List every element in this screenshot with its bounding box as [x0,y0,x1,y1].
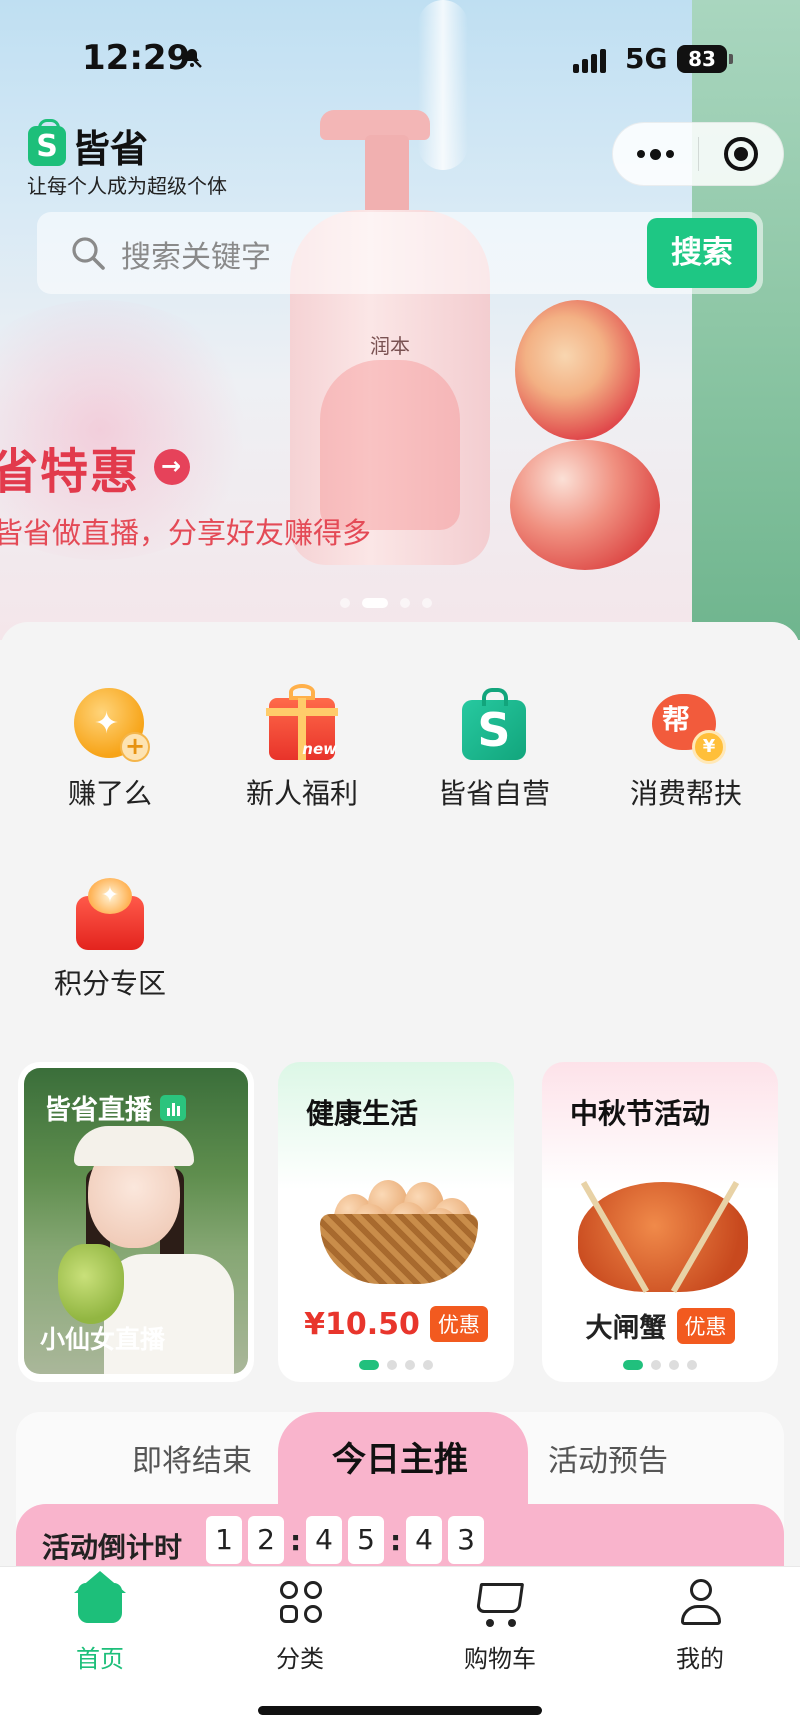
grid-item-newcomer[interactable]: new 新人福利 [207,684,397,812]
product-name: 大闸蟹 [585,1313,667,1344]
tabbar-label: 购物车 [464,1645,536,1673]
search-input[interactable]: 搜索关键字 [121,232,271,276]
carousel-dot [400,598,410,608]
hero-title-text: 省特惠 [0,444,141,500]
grid-item-label: 赚了么 [67,777,152,810]
more-icon[interactable] [613,148,698,160]
countdown-separator: : [390,1523,402,1557]
user-icon [674,1577,726,1629]
countdown-digit: 4 [406,1516,442,1564]
points-wallet-icon: ✦ [74,878,146,950]
earn-coin-icon: ✦ + [74,688,150,762]
bell-slash-icon [182,48,202,68]
grid-item-label: 新人福利 [245,777,358,810]
hero-subtitle: 皆省做直播，分享好友赚得多 [0,516,372,550]
card-carousel-dots [278,1360,514,1370]
tabbar-label: 我的 [676,1645,724,1673]
brand-slogan: 让每个人成为超级个体 [27,174,227,198]
tab-ending-soon[interactable]: 即将结束 [132,1436,252,1480]
countdown-digit: 2 [248,1516,284,1564]
arrow-right-icon[interactable]: → [154,449,191,485]
status-bar: 12:29 5G 83 [0,0,800,110]
battery-icon: 83 [677,45,733,73]
search-button[interactable]: 搜索 [647,218,757,288]
tabbar-label: 分类 [276,1645,324,1673]
product-price: ¥10.50 [304,1306,420,1342]
tabbar-item-cart[interactable]: 购物车 [440,1577,560,1674]
live-host-name: 小仙女直播 [40,1325,166,1354]
home-icon [74,1571,126,1629]
tabbar-label: 首页 [76,1645,124,1673]
hero-title[interactable]: 省特惠 → [0,432,191,502]
grid-item-label: 积分专区 [53,967,166,1000]
price-row: 大闸蟹 优惠 [542,1306,778,1345]
carousel-dot [340,598,350,608]
card-title: 中秋节活动 [570,1097,711,1130]
egg-basket-image [320,1174,478,1284]
gift-box-icon: new [266,684,338,760]
countdown-digit: 5 [348,1516,384,1564]
grid-item-label: 消费帮扶 [629,777,742,810]
tab-today-featured[interactable]: 今日主推 [332,1432,468,1481]
live-stream-thumbnail: 皆省直播 小仙女直播 [24,1068,248,1374]
card-title: 健康生活 [306,1097,419,1130]
peach-slice-image [515,300,640,440]
hero-carousel-dots [340,598,432,608]
discount-tag: 优惠 [676,1307,735,1344]
search-icon [72,237,105,270]
signal-bars-icon [573,47,606,73]
countdown-bar: 活动倒计时 1 2 : 4 5 : 4 3 [16,1504,784,1572]
search-bar[interactable]: 搜索关键字 搜索 [37,212,763,294]
bottle-neck [365,135,409,215]
shopping-bag-icon: S [458,688,530,760]
promo-tabs-panel: 即将结束 今日主推 活动预告 活动倒计时 1 2 : 4 5 : 4 3 [16,1412,784,1572]
status-time: 12:29 [82,38,191,78]
tab-upcoming[interactable]: 活动预告 [548,1436,668,1480]
grid-item-earn[interactable]: ✦ + 赚了么 [15,688,205,812]
bottle-brand-text: 润本 [370,334,410,358]
countdown-digit: 1 [206,1516,242,1564]
brand-logo-icon: S [28,118,66,166]
home-indicator [258,1706,542,1715]
countdown-digit: 4 [306,1516,342,1564]
peach-image [510,440,660,570]
countdown-separator: : [290,1523,302,1557]
help-heart-icon: 帮 ¥ [650,688,726,764]
tabbar-item-home[interactable]: 首页 [40,1571,160,1674]
live-indicator-icon [160,1094,186,1121]
live-stream-card[interactable]: 皆省直播 小仙女直播 [18,1062,254,1382]
countdown-digit: 3 [448,1516,484,1564]
network-type: 5G [625,42,668,75]
card-carousel-dots [542,1360,778,1370]
grid-item-points[interactable]: ✦ 积分专区 [15,878,205,1002]
grid-item-label: 皆省自营 [437,777,550,810]
discount-tag: 优惠 [429,1306,488,1342]
mid-autumn-card[interactable]: 中秋节活动 大闸蟹 优惠 [542,1062,778,1382]
carousel-dot [422,598,432,608]
price-row: ¥10.50 优惠 [278,1306,514,1342]
carousel-dot-active [362,598,388,608]
tabbar-item-me[interactable]: 我的 [640,1577,760,1674]
live-card-title: 皆省直播 [44,1088,186,1127]
grid-item-consumer-help[interactable]: 帮 ¥ 消费帮扶 [591,688,781,812]
brand-name: 皆省 [72,127,149,171]
grapes-image [58,1244,124,1324]
countdown-timer: 1 2 : 4 5 : 4 3 [206,1516,484,1564]
miniprogram-capsule [612,122,784,186]
countdown-label: 活动倒计时 [42,1531,183,1564]
bottle-label [320,360,460,530]
healthy-living-card[interactable]: 健康生活 ¥10.50 优惠 [278,1062,514,1382]
tabbar-item-category[interactable]: 分类 [240,1577,360,1674]
app-brand: S 皆省 [28,118,148,173]
category-grid-icon [274,1577,326,1629]
close-miniprogram-icon[interactable] [699,137,784,171]
grid-item-self-operated[interactable]: S 皆省自营 [399,688,589,812]
cart-icon [474,1577,526,1629]
